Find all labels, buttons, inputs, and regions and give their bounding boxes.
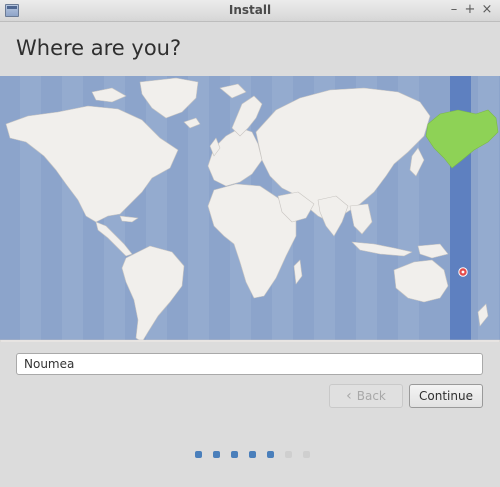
- title-bar[interactable]: Install – + ×: [0, 0, 500, 22]
- back-button[interactable]: ‹ Back: [329, 384, 403, 408]
- continue-button-label: Continue: [419, 389, 473, 403]
- progress-indicator: [195, 451, 310, 458]
- progress-dot: [213, 451, 220, 458]
- page-title: Where are you?: [16, 36, 182, 60]
- location-pin: [458, 267, 468, 277]
- timezone-map[interactable]: [0, 76, 500, 342]
- location-input[interactable]: [16, 353, 483, 375]
- maximize-button[interactable]: +: [462, 2, 478, 18]
- progress-dot: [249, 451, 256, 458]
- window-title: Install: [228, 3, 272, 17]
- chevron-left-icon: ‹: [346, 388, 352, 404]
- progress-dot: [267, 451, 274, 458]
- close-button[interactable]: ×: [479, 2, 495, 18]
- progress-dot: [231, 451, 238, 458]
- progress-dot: [195, 451, 202, 458]
- continue-button[interactable]: Continue: [409, 384, 483, 408]
- progress-dot: [285, 451, 292, 458]
- back-button-label: Back: [356, 389, 386, 403]
- progress-dot: [303, 451, 310, 458]
- minimize-button[interactable]: –: [446, 2, 462, 18]
